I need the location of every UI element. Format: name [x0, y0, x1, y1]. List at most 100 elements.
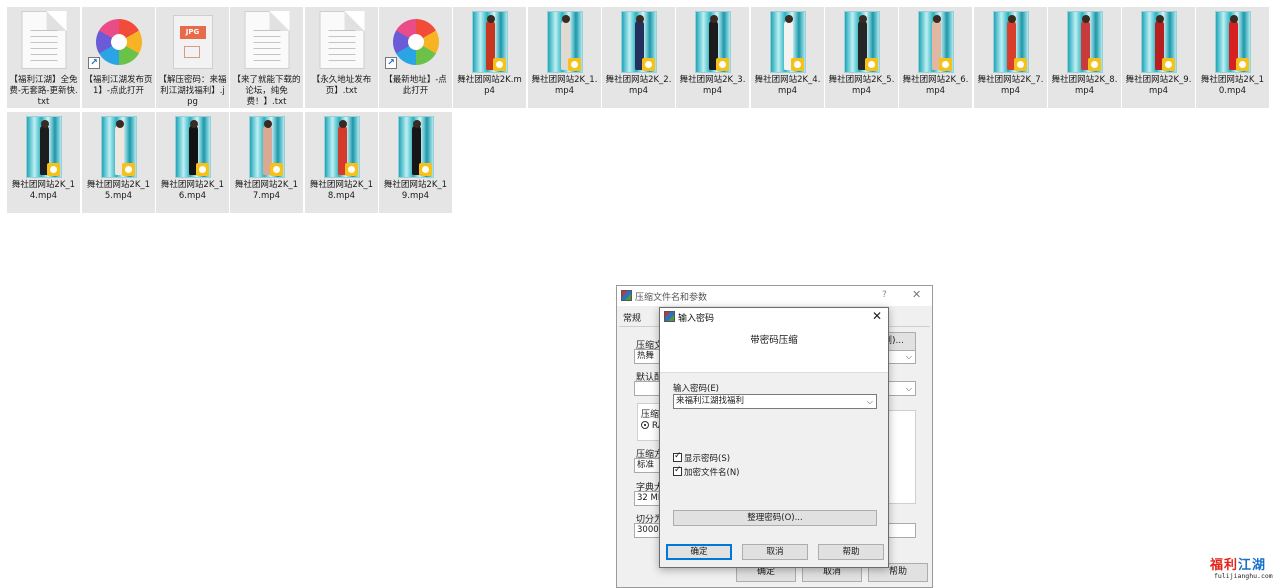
file-item[interactable]: 舞社团网站2K_3.mp4 [676, 7, 749, 108]
password-label: 输入密码(E) [673, 384, 720, 394]
file-name: 舞社团网站2K_15.mp4 [86, 180, 151, 201]
file-item[interactable]: ↗ 【福利江湖发布页1】-点此打开 [82, 7, 155, 108]
text-file-icon [319, 11, 364, 69]
file-item[interactable]: JPG 【解压密码：来福利江湖找福利】.jpg [156, 7, 229, 108]
figure-head [40, 120, 49, 128]
file-item[interactable]: 舞社团网站2K_4.mp4 [751, 7, 824, 108]
text-line [30, 30, 57, 31]
archive-dialog-titlebar[interactable]: 压缩文件名和参数 ? ✕ [617, 286, 932, 306]
file-item[interactable]: 舞社团网站2K_1.mp4 [528, 7, 601, 108]
player-icon [864, 58, 878, 71]
file-item[interactable]: 舞社团网站2K_7.mp4 [974, 7, 1047, 108]
file-item[interactable]: 舞社团网站2K_16.mp4 [156, 112, 229, 213]
file-name: 【最新地址】-点此打开 [384, 75, 447, 96]
video-thumbnail [323, 116, 360, 178]
file-name: 舞社团网站2K_3.mp4 [679, 75, 746, 96]
close-icon[interactable]: ✕ [912, 288, 921, 301]
file-name: 舞社团网站2K_2.mp4 [605, 75, 672, 96]
text-line [253, 30, 280, 31]
text-line [253, 48, 280, 49]
text-line [253, 60, 280, 61]
video-thumbnail [917, 11, 954, 73]
video-thumbnail [694, 11, 731, 73]
player-icon [269, 163, 283, 176]
file-item[interactable]: 【来了就能下载的论坛，纯免费！】.txt [230, 7, 303, 108]
file-name: 【福利江湖】全免费-无套路-更新快.txt [9, 75, 78, 107]
close-icon[interactable]: ✕ [872, 309, 882, 323]
password-dialog-titlebar[interactable]: 输入密码 ✕ [660, 308, 888, 326]
organize-passwords-button[interactable]: 整理密码(O)... [673, 510, 877, 526]
file-item[interactable]: 舞社团网站2K_5.mp4 [825, 7, 898, 108]
figure-head [486, 15, 495, 23]
figure-head [932, 15, 941, 23]
figure-head [561, 15, 570, 23]
file-item[interactable]: 舞社团网站2K_8.mp4 [1048, 7, 1121, 108]
text-line [328, 36, 355, 37]
file-item[interactable]: 舞社团网站2K.mp4 [453, 7, 526, 108]
file-name: 【永久地址发布页】.txt [311, 75, 372, 96]
ok-button[interactable]: 确定 [666, 544, 732, 560]
file-name: 【来了就能下载的论坛，纯免费！】.txt [232, 75, 301, 107]
figure-head [189, 120, 198, 128]
shortcut-arrow-icon: ↗ [385, 57, 397, 69]
player-icon [790, 58, 804, 71]
video-thumbnail [1140, 11, 1177, 73]
player-icon [1013, 58, 1027, 71]
image-file-icon: JPG [172, 15, 213, 69]
figure-head [1007, 15, 1016, 23]
video-thumbnail [100, 116, 137, 178]
dialog-header: 带密码压缩 [660, 326, 888, 373]
encrypt-names-checkbox[interactable]: 加密文件名(N) [673, 465, 740, 478]
file-item[interactable]: 舞社团网站2K_6.mp4 [899, 7, 972, 108]
chevron-down-icon: ⌵ [905, 384, 912, 393]
player-icon [46, 163, 60, 176]
figure-head [263, 120, 272, 128]
shortcut-arrow-icon: ↗ [88, 57, 100, 69]
file-item[interactable]: 舞社团网站2K_17.mp4 [230, 112, 303, 213]
figure-head [858, 15, 867, 23]
chevron-down-icon[interactable]: ⌵ [867, 395, 873, 408]
text-line [253, 36, 280, 37]
watermark-brand-blue: 江湖 [1238, 558, 1267, 573]
file-item[interactable]: 舞社团网站2K_14.mp4 [7, 112, 80, 213]
file-name: 舞社团网站2K_16.mp4 [160, 180, 225, 201]
file-name: 舞社团网站2K_18.mp4 [309, 180, 374, 201]
player-icon [567, 58, 581, 71]
file-name: 舞社团网站2K_19.mp4 [383, 180, 448, 201]
file-item[interactable]: 舞社团网站2K_2.mp4 [602, 7, 675, 108]
video-thumbnail [620, 11, 657, 73]
video-thumbnail [1066, 11, 1103, 73]
watermark-logo: 福利江湖 [1210, 554, 1266, 573]
text-line [328, 30, 355, 31]
file-item[interactable]: 舞社团网站2K_15.mp4 [82, 112, 155, 213]
winrar-icon [664, 311, 675, 322]
cancel-button[interactable]: 取消 [742, 544, 808, 560]
archive-dialog-title: 压缩文件名和参数 [635, 293, 708, 303]
file-item[interactable]: 【福利江湖】全免费-无套路-更新快.txt [7, 7, 80, 108]
player-icon [938, 58, 952, 71]
file-item[interactable]: 舞社团网站2K_9.mp4 [1122, 7, 1195, 108]
watermark-brand-red: 福利 [1210, 558, 1239, 573]
player-icon [715, 58, 729, 71]
file-item[interactable]: 舞社团网站2K_19.mp4 [379, 112, 452, 213]
password-input[interactable]: 来福利江湖找福利 ⌵ [673, 394, 877, 409]
file-item[interactable]: ↗ 【最新地址】-点此打开 [379, 7, 452, 108]
header-text: 带密码压缩 [750, 335, 798, 346]
player-icon [1087, 58, 1101, 71]
file-item[interactable]: 【永久地址发布页】.txt [305, 7, 378, 108]
show-password-checkbox[interactable]: 显示密码(S) [673, 451, 730, 464]
video-thumbnail [174, 116, 211, 178]
file-item[interactable]: 舞社团网站2K_10.mp4 [1196, 7, 1269, 108]
player-icon [1235, 58, 1249, 71]
file-item[interactable]: 舞社团网站2K_18.mp4 [305, 112, 378, 213]
file-name: 舞社团网站2K.mp4 [457, 75, 522, 96]
figure-head [412, 120, 421, 128]
help-button[interactable]: 帮助 [818, 544, 884, 560]
password-value: 来福利江湖找福利 [676, 396, 745, 406]
figure-head [1155, 15, 1164, 23]
tab-general[interactable]: 常规 [623, 311, 641, 324]
help-icon[interactable]: ? [882, 290, 887, 300]
text-line [253, 42, 280, 43]
text-line [30, 42, 57, 43]
encrypt-names-label: 加密文件名(N) [684, 468, 740, 478]
